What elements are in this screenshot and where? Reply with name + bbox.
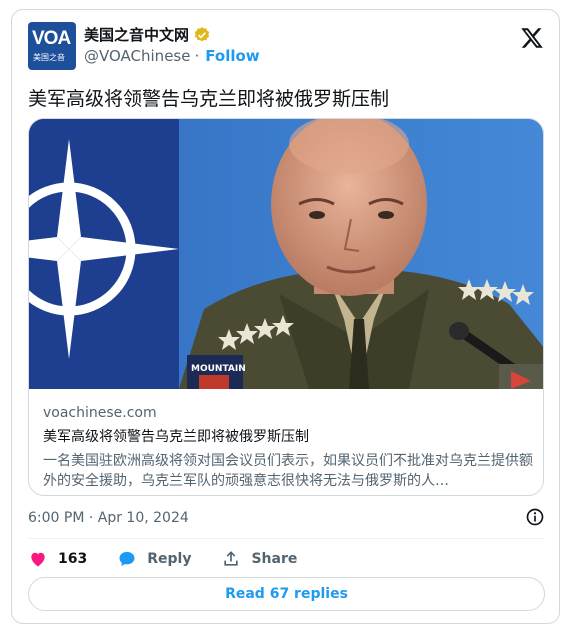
article-image[interactable]: MOUNTAIN (29, 119, 544, 389)
reply-button[interactable]: Reply (117, 549, 191, 569)
tweet-header: VOA 美国之音 美国之音中文网 @VOAChinese · Follow (28, 22, 545, 70)
read-replies-button[interactable]: Read 67 replies (28, 577, 545, 611)
link-preview-card[interactable]: MOUNTAIN voachinese.com 美军高级将领警告乌克兰即将被俄罗… (28, 118, 544, 496)
heart-icon (31, 552, 45, 567)
info-icon[interactable] (525, 507, 545, 527)
tweet-embed-card: VOA 美国之音 美国之音中文网 @VOAChinese · Follow 美军… (11, 9, 560, 624)
image-patch-text: MOUNTAIN (191, 364, 246, 374)
tweet-actions: 163 Reply Share (28, 547, 327, 571)
author-display-name[interactable]: 美国之音中文网 (84, 24, 189, 45)
avatar[interactable]: VOA 美国之音 (28, 22, 76, 70)
like-count: 163 (58, 551, 88, 567)
share-icon (224, 551, 239, 566)
link-domain: voachinese.com (43, 405, 157, 421)
share-button[interactable]: Share (221, 549, 297, 569)
share-label: Share (251, 551, 298, 567)
avatar-logo-text: VOA (32, 28, 71, 49)
tweet-text: 美军高级将领警告乌克兰即将被俄罗斯压制 (28, 88, 390, 110)
follow-button[interactable]: Follow (205, 47, 259, 65)
link-description: 一名美国驻欧洲高级将领对国会议员们表示，如果议员们不批准对乌克兰提供额外的安全援… (43, 453, 533, 489)
x-logo-icon[interactable] (519, 26, 545, 50)
link-title[interactable]: 美军高级将领警告乌克兰即将被俄罗斯压制 (43, 426, 533, 446)
tweet-timestamp[interactable]: 6:00 PM · Apr 10, 2024 (28, 510, 189, 526)
avatar-logo-subtext: 美国之音 (33, 53, 65, 62)
reply-bubble-icon (119, 551, 135, 567)
handle-separator: · (194, 47, 200, 65)
like-button[interactable]: 163 (28, 549, 87, 569)
reply-label: Reply (147, 551, 192, 567)
author-handle[interactable]: @VOAChinese (84, 47, 190, 65)
verified-badge-icon (194, 26, 210, 42)
divider (28, 538, 545, 539)
